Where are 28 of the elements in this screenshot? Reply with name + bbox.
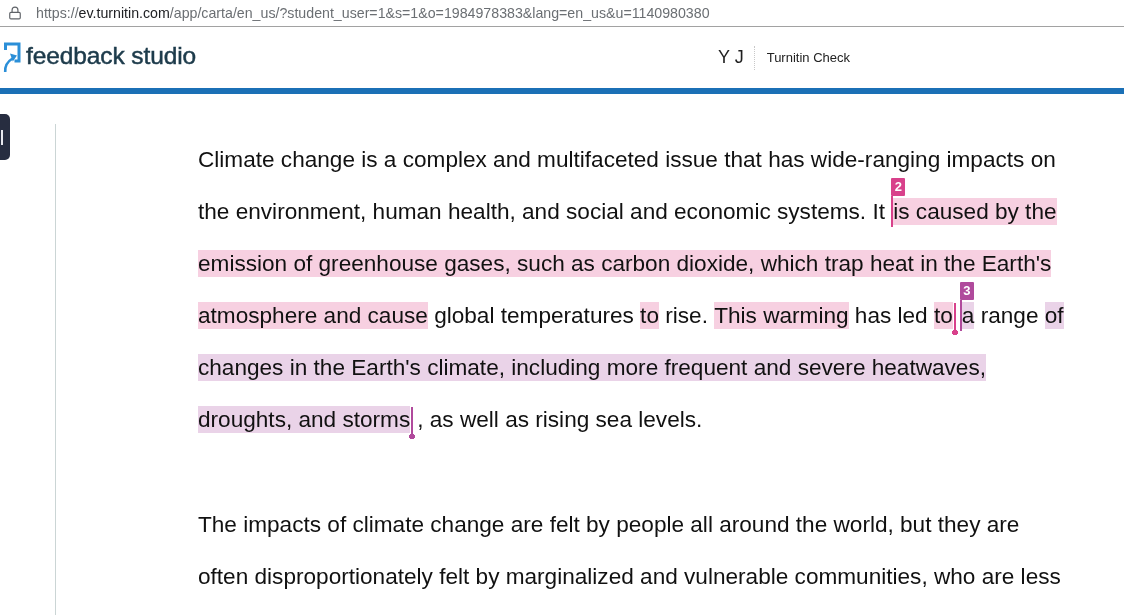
document-text: rise.	[664, 301, 709, 329]
lock-icon	[8, 6, 22, 20]
highlighted-text: changes in the Earth's climate, including more frequent and severe heatwaves,	[198, 353, 986, 381]
document-text: The impacts of climate change are felt by people all around the world, but they are	[198, 510, 1020, 538]
highlighted-text: to	[640, 301, 659, 329]
highlighted-text: to	[933, 301, 953, 329]
document-text: has led	[853, 301, 929, 329]
handle-line-icon	[1, 129, 3, 145]
highlighted-text: emission of greenhouse gases, such as carbon dioxide, which trap heat in the Earth's	[198, 249, 1052, 277]
highlighted-text: of	[1044, 301, 1064, 329]
address-url[interactable]: https://ev.turnitin.com/app/carta/en_us/?student_user=1&s=1&o=1984978383&lang=en_us&u=1140980380	[36, 5, 710, 21]
side-panel-tab[interactable]	[0, 114, 10, 160]
highlighted-text: This warming	[714, 301, 849, 329]
match-number-badge[interactable]: 3	[959, 281, 974, 300]
logo-text: feedback studio	[26, 42, 197, 70]
assignment-title: Turnitin Check	[766, 50, 850, 65]
match-number-badge[interactable]: 2	[891, 177, 906, 196]
document-text: often disproportionately felt by marginalized and vulnerable communities, who are less	[198, 562, 1061, 590]
document-text: global temperatures	[433, 301, 635, 329]
highlighted-text: droughts, and storms	[198, 405, 411, 433]
document-text: , as well as rising sea levels.	[417, 405, 703, 433]
user-initials[interactable]: Y J	[718, 47, 744, 68]
document-text: the environment, human health, and social and economic systems. It	[198, 197, 886, 225]
document-text: range	[979, 301, 1040, 329]
document-text: Climate change is a complex and multifaceted issue that has wide-ranging impacts on	[198, 145, 1056, 173]
highlighted-text: is caused by the	[893, 197, 1057, 225]
logo-icon	[3, 42, 21, 73]
highlighted-text: atmosphere and cause	[198, 301, 428, 329]
